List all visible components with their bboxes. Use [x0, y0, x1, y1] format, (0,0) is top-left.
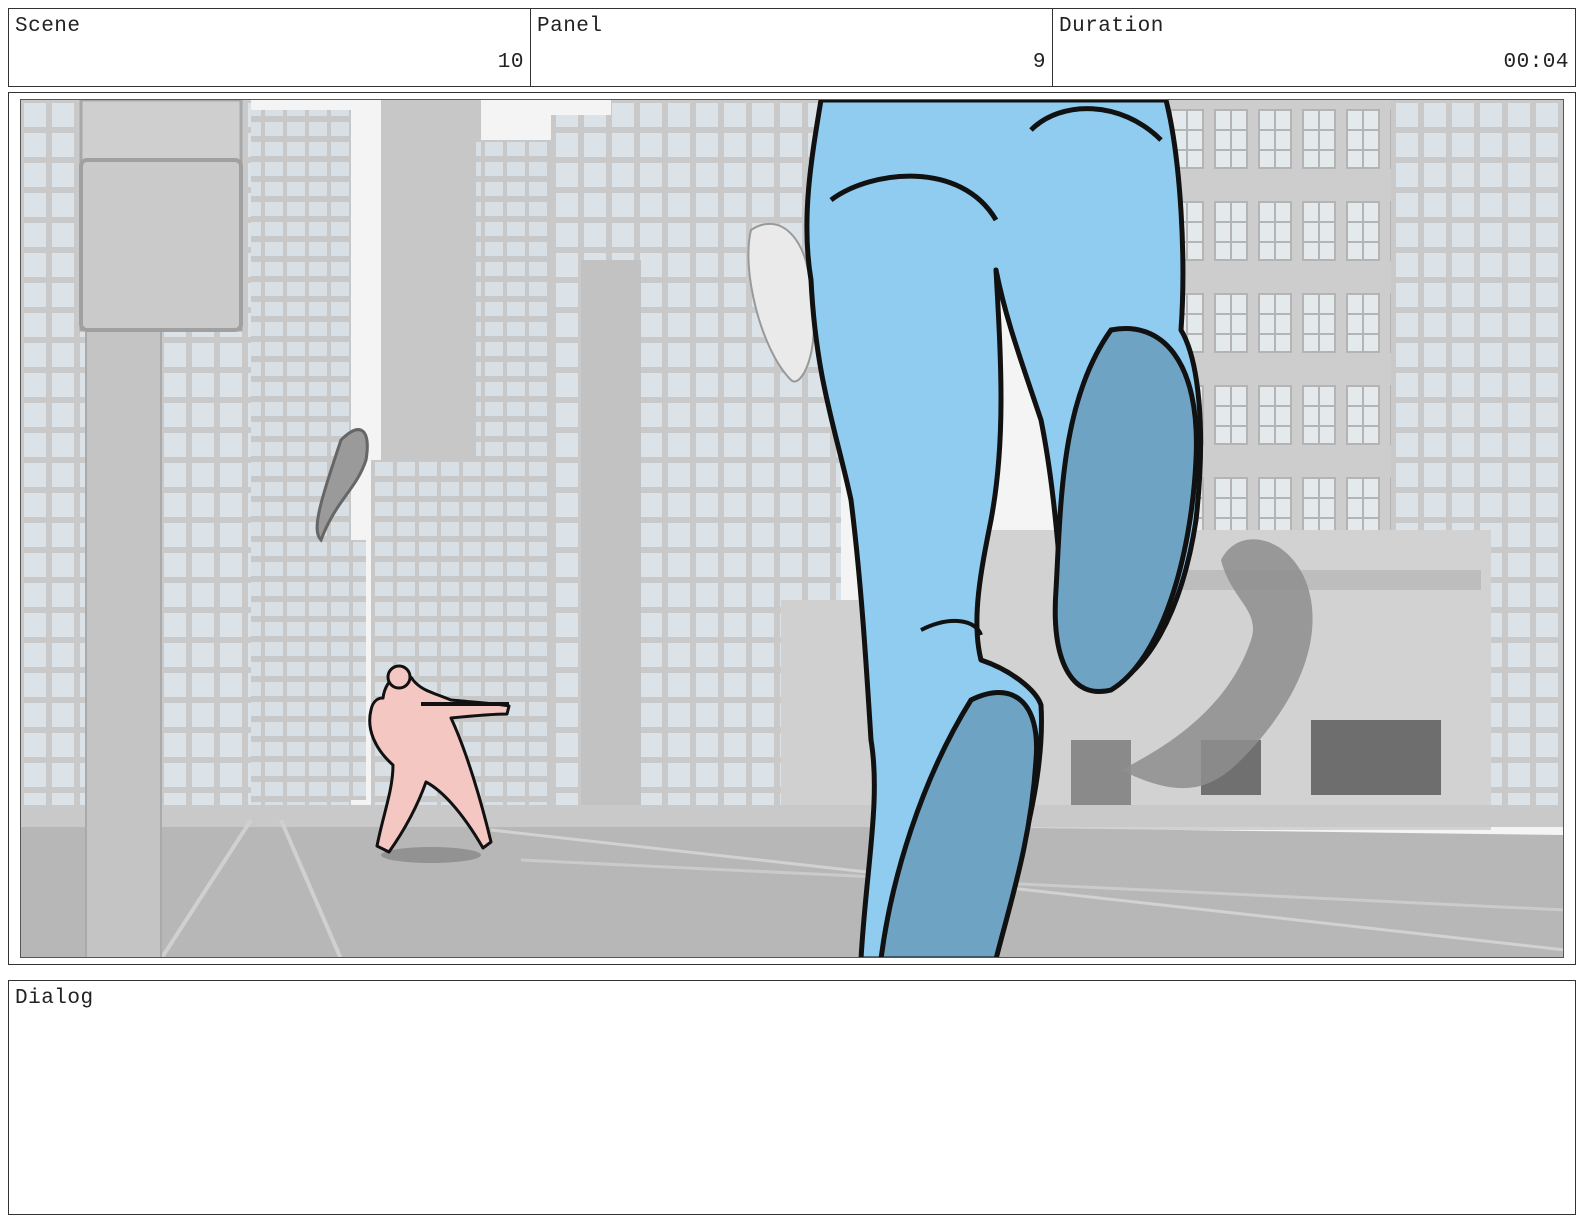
dialog-field[interactable]: Dialog [8, 980, 1576, 1215]
panel-frame [8, 92, 1576, 965]
duration-field[interactable]: Duration 00:04 [1052, 8, 1576, 87]
duration-value: 00:04 [1503, 51, 1569, 74]
storyboard-sketch [21, 100, 1563, 957]
panel-label: Panel [537, 15, 603, 38]
dialog-label: Dialog [15, 987, 94, 1010]
duration-label: Duration [1059, 15, 1164, 38]
city-buildings [21, 100, 1563, 830]
panel-field[interactable]: Panel 9 [530, 8, 1053, 87]
panel-header: Scene 10 Panel 9 Duration 00:04 [8, 8, 1576, 87]
storyboard-image[interactable] [20, 99, 1564, 958]
scene-number: 10 [497, 51, 524, 74]
panel-number: 9 [1032, 51, 1046, 74]
scene-label: Scene [15, 15, 81, 38]
scene-field[interactable]: Scene 10 [8, 8, 531, 87]
